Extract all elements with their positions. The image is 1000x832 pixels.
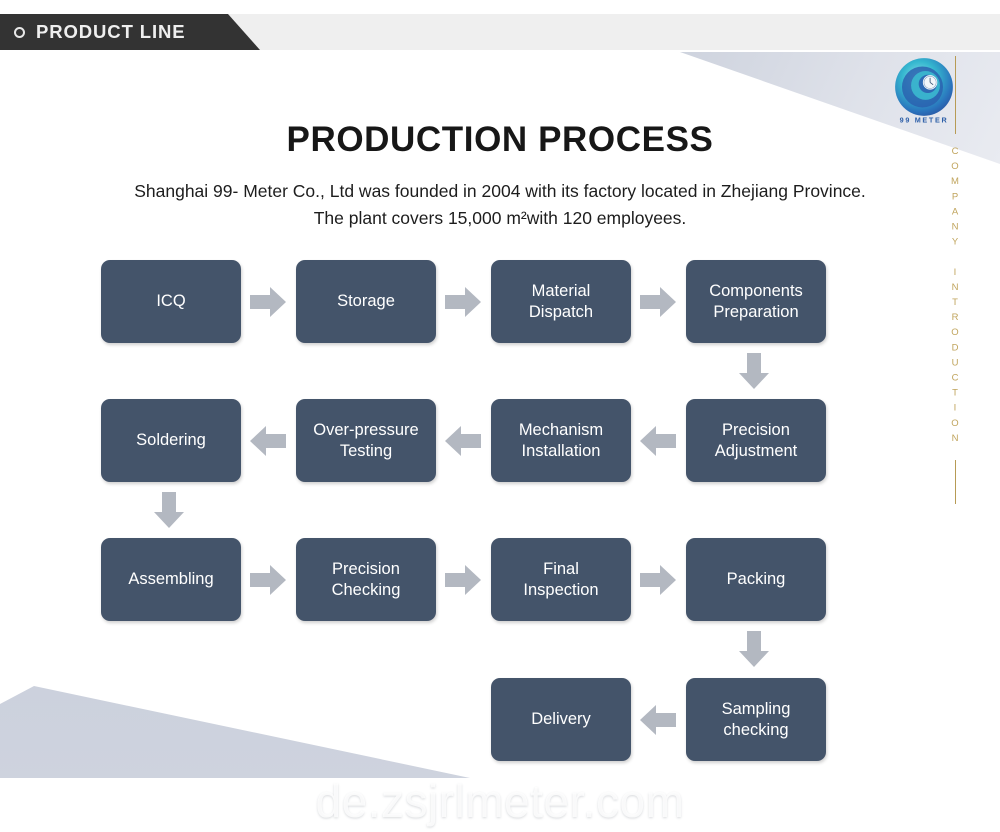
flow-node-label: Material Dispatch: [528, 281, 594, 321]
flow-arrow-mechanism-to-over-pressure: [443, 424, 483, 458]
flow-arrow-soldering-to-assembling: [152, 490, 186, 530]
flow-node-label: Soldering: [136, 431, 206, 450]
flow-node-over-pressure-testing: Over-pressure Testing: [296, 399, 436, 482]
flow-node-final-inspection: Final Inspection: [491, 538, 631, 621]
flow-node-precision-checking: Precision Checking: [296, 538, 436, 621]
flow-arrow-precision-checking-to-final-inspection: [443, 563, 483, 597]
flow-arrow-components-to-precision-adjustment: [737, 351, 771, 391]
flow-node-label: Storage: [337, 292, 395, 311]
flow-arrow-material-dispatch-to-components: [638, 285, 678, 319]
flow-node-label: Over-pressure Testing: [313, 420, 419, 460]
flow-node-label: Packing: [726, 570, 786, 589]
flow-node-icq: ICQ: [101, 260, 241, 343]
flow-arrow-over-pressure-to-soldering: [248, 424, 288, 458]
flow-arrow-packing-to-sampling-checking: [737, 629, 771, 669]
product-line-slide: PRODUCT LINE 99 METER COMPANY INTRODUCTI…: [0, 0, 1000, 832]
flow-node-label: Assembling: [128, 570, 214, 589]
flow-arrow-final-inspection-to-packing: [638, 563, 678, 597]
flow-node-sampling-checking: Sampling checking: [686, 678, 826, 761]
flow-node-precision-adjustment: Precision Adjustment: [686, 399, 826, 482]
flow-node-label: ICQ: [156, 292, 186, 311]
flow-arrow-sampling-checking-to-delivery: [638, 703, 678, 737]
production-process-flowchart: ICQ Storage Material Dispatch Components Prep…: [0, 0, 1000, 832]
flow-node-assembling: Assembling: [101, 538, 241, 621]
flow-node-label: Precision Adjustment: [714, 420, 798, 460]
flow-arrow-storage-to-material-dispatch: [443, 285, 483, 319]
flow-node-components-preparation: Components Preparation: [686, 260, 826, 343]
flow-node-delivery: Delivery: [491, 678, 631, 761]
flow-node-label: Mechanism Installation: [518, 420, 604, 460]
flow-arrow-precision-adjustment-to-mechanism: [638, 424, 678, 458]
flow-node-material-dispatch: Material Dispatch: [491, 260, 631, 343]
flow-node-label: Delivery: [531, 710, 591, 729]
flow-arrow-icq-to-storage: [248, 285, 288, 319]
flow-node-label: Sampling checking: [721, 699, 791, 739]
flow-node-packing: Packing: [686, 538, 826, 621]
flow-node-label: Components Preparation: [709, 281, 803, 321]
flow-node-storage: Storage: [296, 260, 436, 343]
flow-arrow-assembling-to-precision-checking: [248, 563, 288, 597]
flow-node-label: Precision Checking: [331, 559, 401, 599]
flow-node-label: Final Inspection: [523, 559, 599, 599]
flow-node-mechanism-installation: Mechanism Installation: [491, 399, 631, 482]
flow-node-soldering: Soldering: [101, 399, 241, 482]
